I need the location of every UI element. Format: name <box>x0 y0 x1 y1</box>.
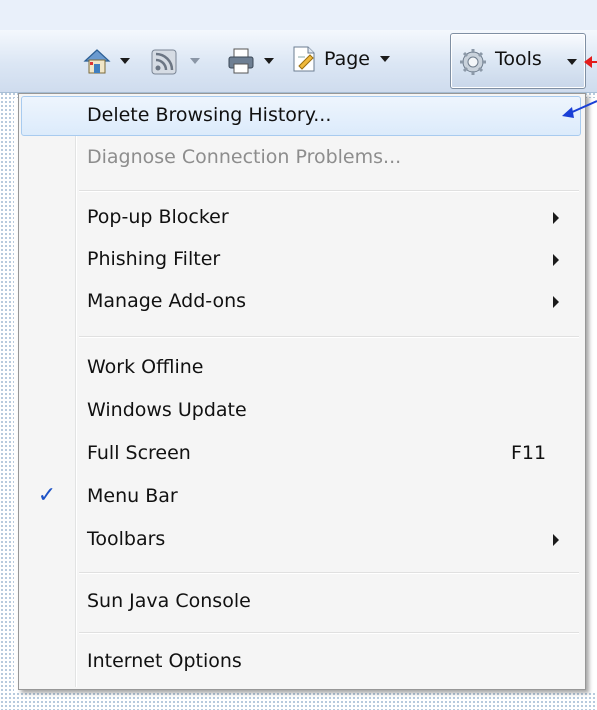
print-dropdown[interactable] <box>264 58 274 64</box>
print-icon <box>228 48 254 74</box>
menu-item-work-offline[interactable]: Work Offline <box>21 348 581 388</box>
menu-item-diagnose-connection-problems[interactable]: Diagnose Connection Problems... <box>21 138 581 178</box>
menu-item-sun-java-console[interactable]: Sun Java Console <box>21 582 581 622</box>
tools-menu-label: Tools <box>495 48 542 70</box>
print-button[interactable] <box>226 46 256 76</box>
menu-item-label: Internet Options <box>87 650 242 672</box>
menu-item-label: Pop-up Blocker <box>87 206 229 228</box>
menu-item-manage-add-ons[interactable]: Manage Add-ons <box>21 282 581 322</box>
submenu-arrow-icon <box>553 212 559 224</box>
menu-item-label: Toolbars <box>87 528 166 550</box>
menu-separator <box>79 632 579 634</box>
menu-item-windows-update[interactable]: Windows Update <box>21 391 581 431</box>
menu-item-label: Delete Browsing History... <box>87 104 332 126</box>
command-bar: Page Tools <box>0 30 597 93</box>
checkmark-icon: ✓ <box>37 483 57 508</box>
chevron-down-icon <box>264 58 274 64</box>
menu-separator <box>79 336 579 338</box>
chevron-down-icon <box>120 58 130 64</box>
feeds-button[interactable] <box>150 48 178 76</box>
page-menu-label: Page <box>324 48 370 70</box>
page-menu-button[interactable]: Page <box>290 44 390 74</box>
menu-item-label: Phishing Filter <box>87 248 221 270</box>
menu-item-label: Work Offline <box>87 356 204 378</box>
menu-item-delete-browsing-history[interactable]: Delete Browsing History... <box>21 96 581 136</box>
menu-item-menu-bar[interactable]: ✓ Menu Bar <box>21 477 581 517</box>
submenu-arrow-icon <box>553 254 559 266</box>
menu-item-label: Menu Bar <box>87 485 178 507</box>
menu-item-label: Windows Update <box>87 399 247 421</box>
menu-item-toolbars[interactable]: Toolbars <box>21 520 581 560</box>
chevron-down-icon <box>190 58 200 64</box>
blue-annotation-arrow-icon <box>562 100 597 118</box>
menu-item-popup-blocker[interactable]: Pop-up Blocker <box>21 198 581 238</box>
tools-menu-button[interactable]: Tools <box>450 33 586 89</box>
window-top-band <box>0 0 597 30</box>
home-button[interactable] <box>82 46 112 76</box>
submenu-arrow-icon <box>553 296 559 308</box>
red-annotation-arrow-icon <box>584 56 597 68</box>
menu-item-label: Full Screen <box>87 442 191 464</box>
tools-dropdown-menu: Delete Browsing History... Diagnose Conn… <box>18 93 586 690</box>
gear-icon <box>460 49 486 75</box>
feeds-dropdown[interactable] <box>190 58 200 64</box>
feeds-icon <box>151 49 177 75</box>
menu-separator <box>79 190 579 192</box>
home-dropdown[interactable] <box>120 58 130 64</box>
menu-item-label: Manage Add-ons <box>87 290 247 312</box>
menu-item-label: Diagnose Connection Problems... <box>87 146 402 168</box>
menu-item-label: Sun Java Console <box>87 590 251 612</box>
chevron-down-icon <box>567 59 577 65</box>
menu-separator <box>79 572 579 574</box>
menu-item-shortcut: F11 <box>511 442 547 464</box>
home-icon <box>83 49 111 74</box>
page-icon <box>293 46 315 72</box>
menu-item-phishing-filter[interactable]: Phishing Filter <box>21 240 581 280</box>
menu-item-full-screen[interactable]: Full Screen F11 <box>21 434 581 474</box>
menu-item-internet-options[interactable]: Internet Options <box>21 642 581 682</box>
chevron-down-icon <box>380 56 390 62</box>
submenu-arrow-icon <box>553 534 559 546</box>
